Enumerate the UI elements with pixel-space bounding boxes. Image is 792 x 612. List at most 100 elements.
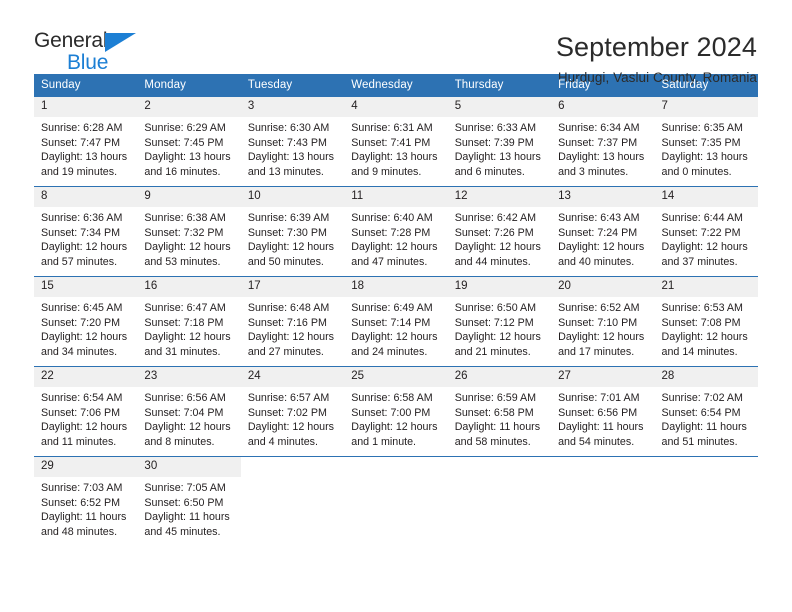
sunrise-text: Sunrise: 6:40 AM bbox=[351, 211, 433, 224]
sunrise-text: Sunrise: 7:02 AM bbox=[661, 391, 743, 404]
calendar-day-cell[interactable]: 15 Sunrise: 6:45 AM Sunset: 7:20 PM Dayligh… bbox=[34, 276, 138, 367]
sunset-text: Sunset: 7:12 PM bbox=[454, 316, 534, 329]
calendar-day-cell[interactable]: 29 Sunrise: 7:03 AM Sunset: 6:52 PM Dayligh… bbox=[34, 456, 138, 541]
sunset-text: Sunset: 7:08 PM bbox=[661, 316, 741, 329]
page-title: September 2024 bbox=[555, 32, 757, 62]
calendar-day-cell[interactable]: 16 Sunrise: 6:47 AM Sunset: 7:18 PM Dayligh… bbox=[137, 276, 241, 367]
daylight-text-line2: and 27 minutes. bbox=[247, 346, 324, 359]
calendar-day-cell[interactable]: 30 Sunrise: 7:05 AM Sunset: 6:50 PM Dayligh… bbox=[137, 456, 241, 541]
calendar-day-cell[interactable]: 19 Sunrise: 6:50 AM Sunset: 7:12 PM Dayligh… bbox=[447, 276, 552, 367]
sunrise-text: Sunrise: 6:58 AM bbox=[351, 391, 433, 404]
calendar-day-cell[interactable]: 6 Sunrise: 6:34 AM Sunset: 7:37 PM Daylight… bbox=[551, 96, 655, 187]
daylight-text-line2: and 17 minutes. bbox=[558, 346, 635, 359]
daylight-text-line2: and 3 minutes. bbox=[558, 166, 629, 179]
sunrise-text: Sunrise: 7:01 AM bbox=[558, 391, 640, 404]
sunrise-text: Sunrise: 6:53 AM bbox=[661, 301, 743, 314]
day-details: Sunrise: 6:39 AM Sunset: 7:30 PM Daylight:… bbox=[241, 207, 344, 270]
calendar-container: Sunday Monday Tuesday Wednesday Thursday… bbox=[0, 74, 792, 541]
brand-word-general: General bbox=[34, 29, 108, 52]
day-number bbox=[447, 457, 552, 473]
calendar-page: General Blue September 2024 Hurdugi, Vas… bbox=[0, 0, 792, 612]
calendar-day-cell[interactable]: 9 Sunrise: 6:38 AM Sunset: 7:32 PM Daylight… bbox=[137, 186, 241, 277]
day-details: Sunrise: 6:43 AM Sunset: 7:24 PM Daylight:… bbox=[551, 207, 654, 270]
calendar-day-cell[interactable]: 20 Sunrise: 6:52 AM Sunset: 7:10 PM Dayligh… bbox=[551, 276, 655, 367]
sunset-text: Sunset: 7:26 PM bbox=[454, 226, 534, 239]
calendar-day-cell[interactable]: 11 Sunrise: 6:40 AM Sunset: 7:28 PM Dayligh… bbox=[344, 186, 448, 277]
calendar-day-cell[interactable]: 14 Sunrise: 6:44 AM Sunset: 7:22 PM Dayligh… bbox=[654, 186, 758, 277]
calendar-day-cell[interactable]: 5 Sunrise: 6:33 AM Sunset: 7:39 PM Daylight… bbox=[447, 96, 552, 187]
daylight-text-line2: and 51 minutes. bbox=[661, 436, 738, 449]
calendar-day-cell[interactable]: 17 Sunrise: 6:48 AM Sunset: 7:16 PM Dayligh… bbox=[240, 276, 345, 367]
calendar-day-cell[interactable]: 23 Sunrise: 6:56 AM Sunset: 7:04 PM Dayligh… bbox=[137, 366, 241, 457]
sunrise-text: Sunrise: 6:48 AM bbox=[247, 301, 330, 314]
daylight-text-line1: Daylight: 13 hours bbox=[351, 151, 438, 164]
day-number: 30 bbox=[137, 457, 241, 477]
day-details: Sunrise: 6:48 AM Sunset: 7:16 PM Daylight:… bbox=[241, 297, 344, 360]
day-number: 6 bbox=[551, 97, 655, 117]
daylight-text-line1: Daylight: 11 hours bbox=[661, 421, 747, 434]
sunset-text: Sunset: 7:32 PM bbox=[144, 226, 224, 239]
day-number: 13 bbox=[551, 187, 655, 207]
weekday-header-monday: Monday bbox=[137, 74, 241, 97]
calendar-week-row: 15 Sunrise: 6:45 AM Sunset: 7:20 PM Dayligh… bbox=[34, 276, 758, 367]
day-details: Sunrise: 6:44 AM Sunset: 7:22 PM Daylight:… bbox=[655, 207, 758, 270]
daylight-text-line2: and 53 minutes. bbox=[144, 256, 221, 269]
brand-logo[interactable]: General Blue bbox=[34, 30, 144, 78]
calendar-day-cell[interactable]: 28 Sunrise: 7:02 AM Sunset: 6:54 PM Dayligh… bbox=[654, 366, 758, 457]
day-number: 15 bbox=[34, 277, 138, 297]
sunset-text: Sunset: 7:24 PM bbox=[558, 226, 638, 239]
daylight-text-line1: Daylight: 13 hours bbox=[41, 151, 128, 164]
calendar-day-cell[interactable]: 8 Sunrise: 6:36 AM Sunset: 7:34 PM Daylight… bbox=[34, 186, 138, 277]
calendar-day-cell[interactable]: 18 Sunrise: 6:49 AM Sunset: 7:14 PM Dayligh… bbox=[344, 276, 448, 367]
calendar-day-cell[interactable]: 25 Sunrise: 6:58 AM Sunset: 7:00 PM Dayligh… bbox=[344, 366, 448, 457]
daylight-text-line1: Daylight: 12 hours bbox=[41, 421, 128, 434]
sunset-text: Sunset: 6:56 PM bbox=[558, 406, 638, 419]
sunset-text: Sunset: 7:06 PM bbox=[41, 406, 121, 419]
sunrise-text: Sunrise: 6:50 AM bbox=[454, 301, 537, 314]
day-details: Sunrise: 6:33 AM Sunset: 7:39 PM Daylight:… bbox=[448, 117, 551, 180]
sunset-text: Sunset: 6:54 PM bbox=[661, 406, 741, 419]
sunrise-text: Sunrise: 6:47 AM bbox=[144, 301, 226, 314]
calendar-day-cell[interactable]: 7 Sunrise: 6:35 AM Sunset: 7:35 PM Daylight… bbox=[654, 96, 758, 187]
day-number: 14 bbox=[654, 187, 758, 207]
calendar-day-cell[interactable]: 3 Sunrise: 6:30 AM Sunset: 7:43 PM Daylight… bbox=[240, 96, 345, 187]
sunset-text: Sunset: 7:14 PM bbox=[351, 316, 431, 329]
daylight-text-line1: Daylight: 12 hours bbox=[351, 421, 438, 434]
day-details: Sunrise: 6:45 AM Sunset: 7:20 PM Daylight:… bbox=[34, 297, 137, 360]
calendar-day-cell[interactable]: 26 Sunrise: 6:59 AM Sunset: 6:58 PM Dayligh… bbox=[447, 366, 552, 457]
calendar-day-cell[interactable]: 22 Sunrise: 6:54 AM Sunset: 7:06 PM Dayligh… bbox=[34, 366, 138, 457]
day-number: 22 bbox=[34, 367, 138, 387]
calendar-day-cell[interactable]: 13 Sunrise: 6:43 AM Sunset: 7:24 PM Dayligh… bbox=[551, 186, 655, 277]
calendar-day-cell[interactable]: 12 Sunrise: 6:42 AM Sunset: 7:26 PM Dayligh… bbox=[447, 186, 552, 277]
daylight-text-line1: Daylight: 12 hours bbox=[144, 421, 231, 434]
day-number: 26 bbox=[447, 367, 552, 387]
sunrise-text: Sunrise: 6:59 AM bbox=[454, 391, 537, 404]
calendar-day-cell[interactable]: 2 Sunrise: 6:29 AM Sunset: 7:45 PM Daylight… bbox=[137, 96, 241, 187]
daylight-text-line1: Daylight: 12 hours bbox=[661, 241, 748, 254]
day-number: 1 bbox=[34, 97, 138, 117]
calendar-cell-empty bbox=[654, 456, 758, 541]
sunset-text: Sunset: 6:52 PM bbox=[41, 496, 121, 509]
day-details: Sunrise: 6:58 AM Sunset: 7:00 PM Daylight:… bbox=[344, 387, 447, 450]
day-details: Sunrise: 6:56 AM Sunset: 7:04 PM Daylight:… bbox=[137, 387, 240, 450]
sunrise-text: Sunrise: 6:56 AM bbox=[144, 391, 226, 404]
calendar-day-cell[interactable]: 4 Sunrise: 6:31 AM Sunset: 7:41 PM Daylight… bbox=[344, 96, 448, 187]
sunset-text: Sunset: 7:34 PM bbox=[41, 226, 121, 239]
daylight-text-line2: and 47 minutes. bbox=[351, 256, 428, 269]
day-number: 16 bbox=[137, 277, 241, 297]
day-number: 23 bbox=[137, 367, 241, 387]
day-number: 18 bbox=[344, 277, 448, 297]
sunset-text: Sunset: 6:50 PM bbox=[144, 496, 224, 509]
calendar-day-cell[interactable]: 24 Sunrise: 6:57 AM Sunset: 7:02 PM Dayligh… bbox=[240, 366, 345, 457]
calendar-day-cell[interactable]: 27 Sunrise: 7:01 AM Sunset: 6:56 PM Dayligh… bbox=[551, 366, 655, 457]
calendar-cell-empty bbox=[240, 456, 345, 541]
sunrise-text: Sunrise: 6:39 AM bbox=[247, 211, 330, 224]
sunset-text: Sunset: 7:47 PM bbox=[41, 136, 121, 149]
calendar-day-cell[interactable]: 21 Sunrise: 6:53 AM Sunset: 7:08 PM Dayligh… bbox=[654, 276, 758, 367]
day-number: 10 bbox=[240, 187, 345, 207]
daylight-text-line1: Daylight: 11 hours bbox=[454, 421, 541, 434]
calendar-day-cell[interactable]: 1 Sunrise: 6:28 AM Sunset: 7:47 PM Daylight… bbox=[34, 96, 138, 187]
daylight-text-line1: Daylight: 12 hours bbox=[558, 241, 645, 254]
sunrise-text: Sunrise: 6:36 AM bbox=[41, 211, 123, 224]
calendar-day-cell[interactable]: 10 Sunrise: 6:39 AM Sunset: 7:30 PM Dayligh… bbox=[240, 186, 345, 277]
